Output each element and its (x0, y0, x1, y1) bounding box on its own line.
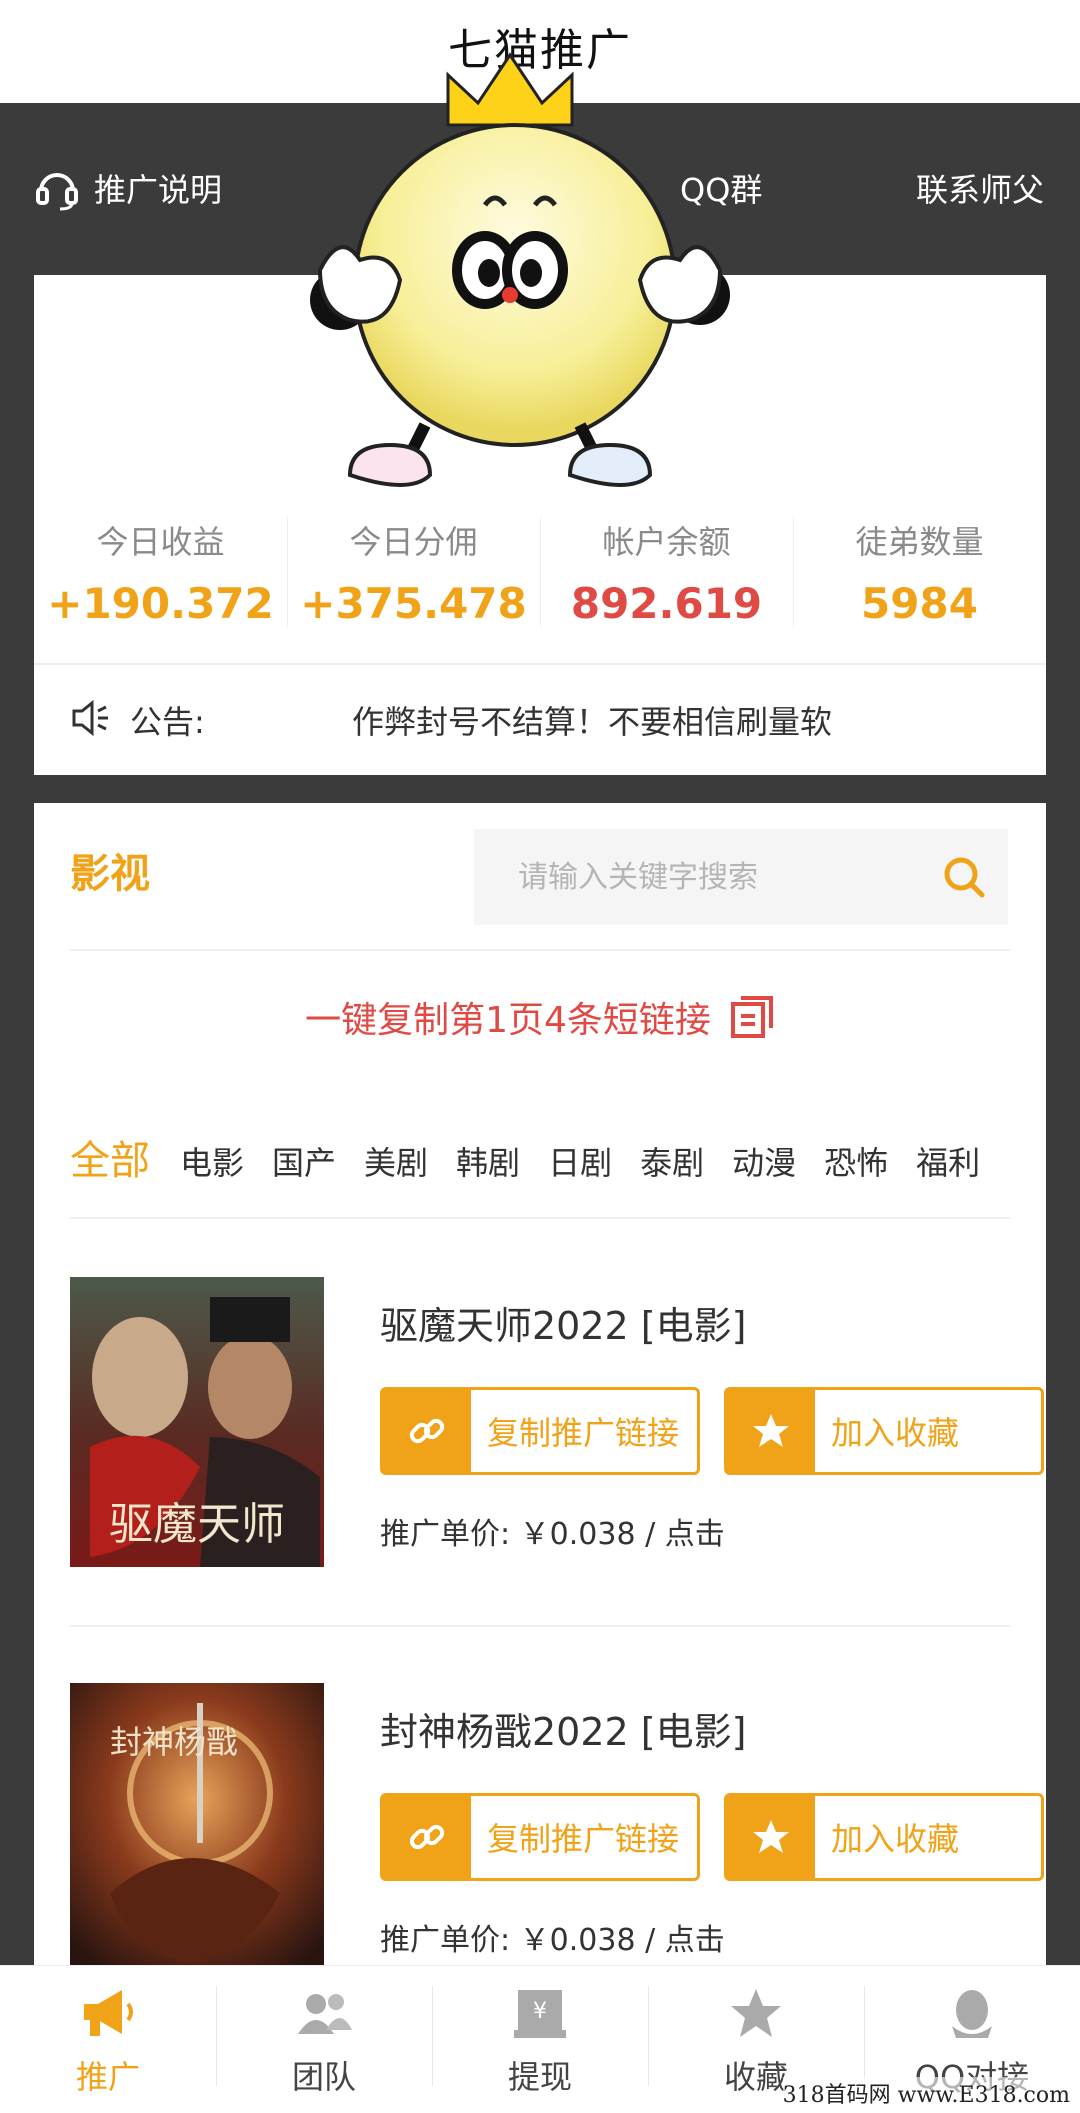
svg-text:¥: ¥ (533, 1999, 547, 2024)
tab-promote[interactable]: 推广 (0, 1966, 216, 2113)
stat-label: 帐户余额 (602, 523, 731, 561)
poster-title: 封神杨戬 (110, 1723, 238, 1761)
tab-label: 收藏 (723, 2058, 788, 2096)
copy-all-label: 一键复制第1页4条短链接 (305, 1000, 711, 1041)
copy-icon (730, 996, 773, 1038)
stat-value: +375.478 (300, 579, 527, 628)
movie-title[interactable]: 驱魔天师2022 [电影] (380, 1295, 746, 1350)
divider (70, 1217, 1010, 1219)
copy-promo-link-label: 复制推广链接 (487, 1414, 680, 1452)
mascot-image (310, 52, 730, 487)
stat-value: 892.619 (570, 579, 763, 628)
category-welfare[interactable]: 福利 (916, 1138, 980, 1184)
copy-all-links-button[interactable]: 一键复制第1页4条短链接 (34, 991, 1046, 1043)
content-card: 影视 一键复制第1页4条短链接 全部 电影 国产 美剧 韩剧 日剧 泰剧 动漫 … (34, 803, 1046, 1973)
link-icon (383, 1390, 471, 1472)
add-favorite-label: 加入收藏 (831, 1414, 960, 1452)
poster-image: 驱魔天师 (70, 1277, 324, 1567)
category-movie[interactable]: 电影 (180, 1138, 244, 1184)
stat-value: +190.372 (47, 579, 274, 628)
poster-image: 封神杨戬 (70, 1683, 324, 1973)
section-title: 影视 (70, 851, 150, 897)
movie-price: 推广单价: ￥0.038 / 点击 (380, 1923, 725, 1958)
movie-poster[interactable]: 驱魔天师 (70, 1277, 324, 1567)
copy-promo-link-button[interactable]: 复制推广链接 (380, 1793, 700, 1881)
speaker-icon (72, 699, 108, 737)
divider (70, 949, 1010, 951)
stat-today-income: 今日收益 +190.372 (34, 505, 287, 655)
stat-balance: 帐户余额 892.619 (540, 505, 793, 655)
divider (70, 1625, 1010, 1627)
nav-contact-master[interactable]: 联系师父 (916, 165, 1044, 211)
add-favorite-button[interactable]: 加入收藏 (724, 1793, 1044, 1881)
movie-item: 驱魔天师 驱魔天师2022 [电影] 复制推广链接 加入收藏 推广单价: ￥0.… (70, 1277, 1044, 1567)
stat-apprentices: 徒弟数量 5984 (793, 505, 1046, 655)
copy-promo-link-button[interactable]: 复制推广链接 (380, 1387, 700, 1475)
team-icon (298, 1994, 352, 2034)
tab-label: 提现 (507, 2058, 572, 2096)
stat-label: 今日分佣 (349, 523, 478, 561)
movie-item: 封神杨戬 封神杨戬2022 [电影] 复制推广链接 加入收藏 推广单价: ￥0.… (70, 1683, 1044, 1973)
poster-title: 驱魔天师 (109, 1499, 285, 1550)
copy-promo-link-label: 复制推广链接 (487, 1820, 680, 1858)
star-icon (727, 1796, 815, 1878)
nav-guide-label: 推广说明 (94, 171, 223, 209)
search-box[interactable] (474, 829, 1008, 925)
category-all[interactable]: 全部 (70, 1128, 150, 1186)
category-domestic[interactable]: 国产 (272, 1138, 336, 1184)
category-japanese-drama[interactable]: 日剧 (548, 1138, 612, 1184)
tab-withdraw[interactable]: ¥ 提现 (432, 1966, 648, 2113)
add-favorite-label: 加入收藏 (831, 1820, 960, 1858)
search-input[interactable] (518, 853, 918, 901)
movie-title[interactable]: 封神杨戬2022 [电影] (380, 1701, 746, 1756)
add-favorite-button[interactable]: 加入收藏 (724, 1387, 1044, 1475)
star-icon (731, 1989, 781, 2037)
notice-label: 公告: (130, 703, 205, 741)
link-icon (383, 1796, 471, 1878)
category-anime[interactable]: 动漫 (732, 1138, 796, 1184)
qq-icon (952, 1990, 992, 2038)
notice-text: 作弊封号不结算！不要相信刷量软 (352, 703, 833, 741)
star-icon (727, 1390, 815, 1472)
tab-team[interactable]: 团队 (216, 1966, 432, 2113)
category-korean-drama[interactable]: 韩剧 (456, 1138, 520, 1184)
stat-label: 今日收益 (96, 523, 225, 561)
watermark: 318首码网 www.E318.com (782, 2077, 1070, 2109)
headset-icon (36, 173, 78, 211)
stat-value: 5984 (861, 579, 978, 628)
notice-bar[interactable]: 公告: 作弊封号不结算！不要相信刷量软 (34, 663, 1046, 775)
tab-label: 团队 (291, 2058, 356, 2096)
search-icon[interactable] (940, 853, 988, 901)
movie-price: 推广单价: ￥0.038 / 点击 (380, 1517, 725, 1552)
category-thai-drama[interactable]: 泰剧 (640, 1138, 704, 1184)
tab-label: 推广 (75, 2058, 140, 2096)
category-us-drama[interactable]: 美剧 (364, 1138, 428, 1184)
megaphone-icon (84, 1990, 133, 2036)
withdraw-icon: ¥ (514, 1990, 566, 2038)
category-tabs: 全部 电影 国产 美剧 韩剧 日剧 泰剧 动漫 恐怖 福利 (70, 1128, 1020, 1186)
nav-guide[interactable]: 推广说明 (34, 165, 222, 211)
stat-label: 徒弟数量 (855, 523, 984, 561)
category-horror[interactable]: 恐怖 (824, 1138, 888, 1184)
stats-row: 今日收益 +190.372 今日分佣 +375.478 帐户余额 892.619… (34, 505, 1046, 655)
movie-poster[interactable]: 封神杨戬 (70, 1683, 324, 1973)
stat-today-commission: 今日分佣 +375.478 (287, 505, 540, 655)
